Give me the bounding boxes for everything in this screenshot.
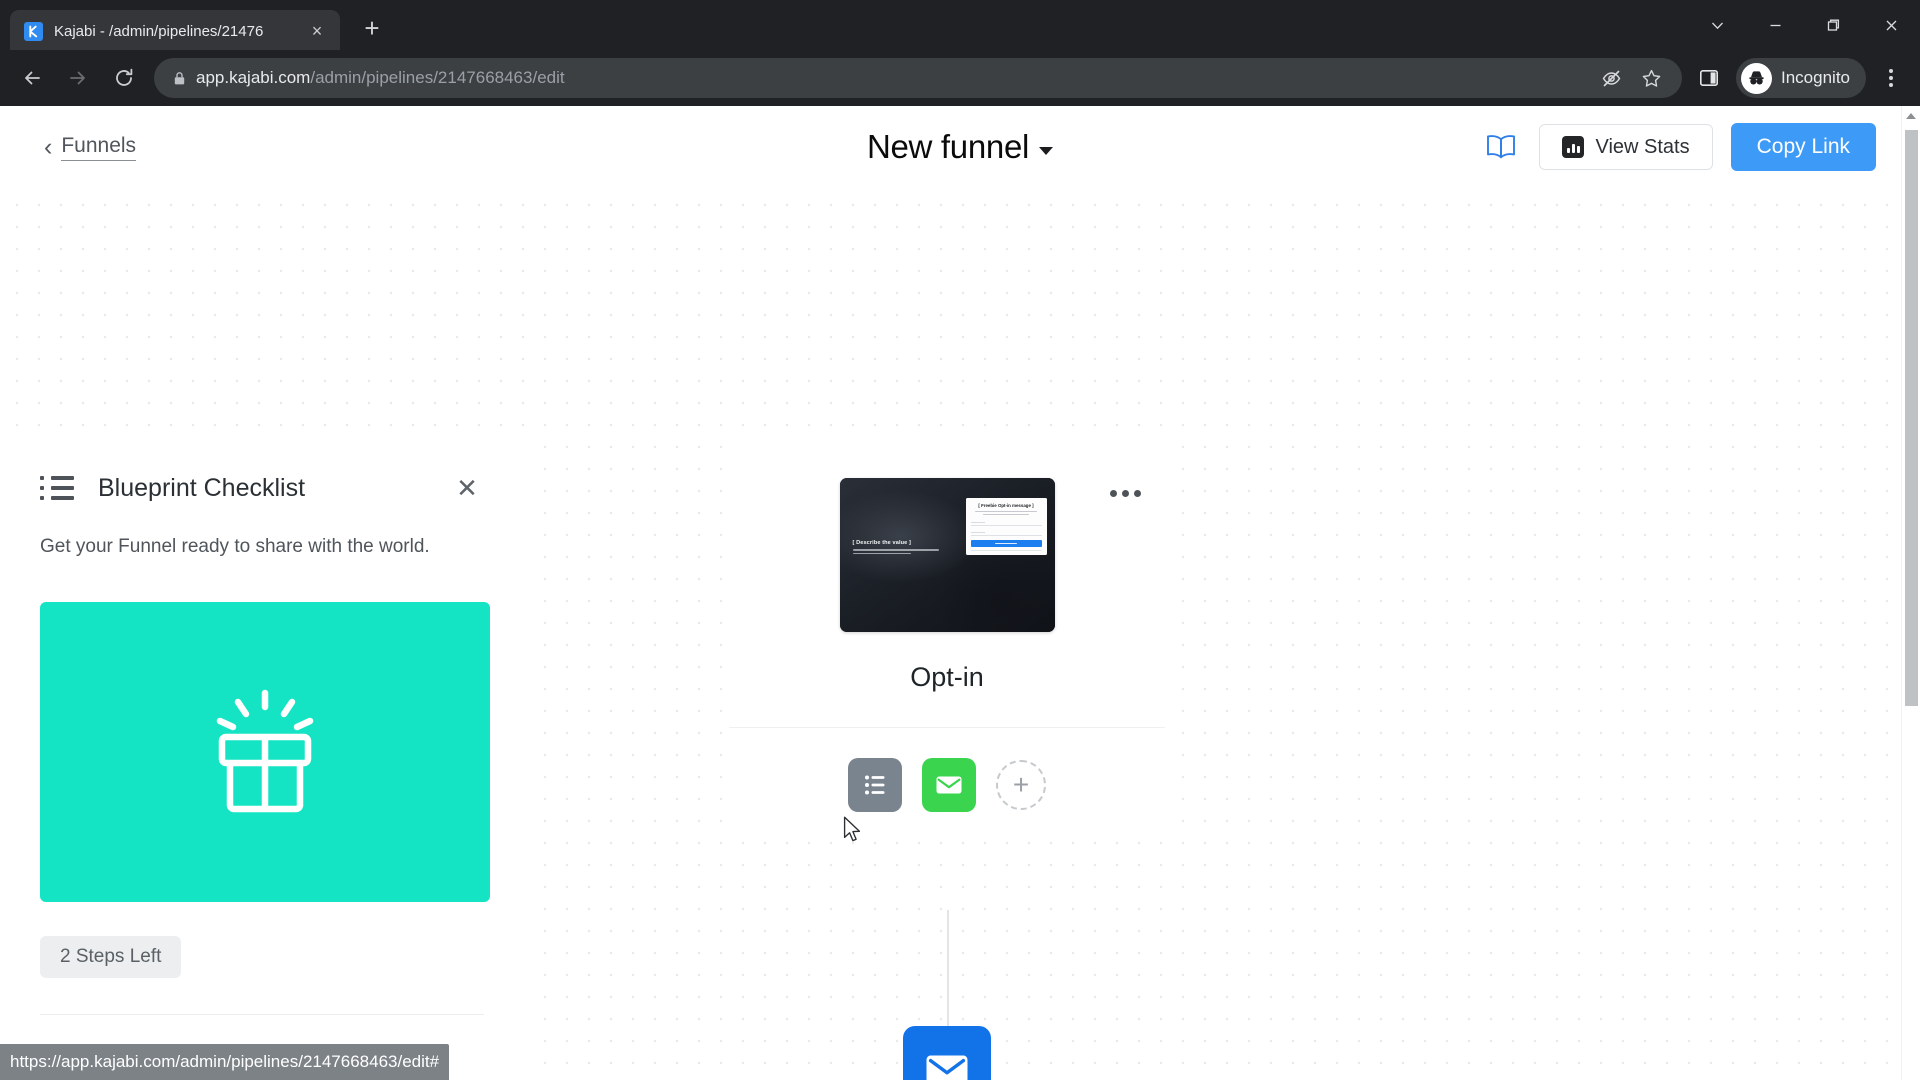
maximize-icon[interactable] <box>1804 0 1862 50</box>
bar <box>1576 146 1580 153</box>
add-step-button[interactable]: + <box>996 759 1046 810</box>
envelope-icon <box>926 1055 968 1080</box>
menu-dot <box>1889 83 1893 87</box>
chevron-down-icon[interactable] <box>1688 0 1746 50</box>
menu-dot <box>1889 69 1893 73</box>
node-menu-icon[interactable] <box>1110 490 1141 497</box>
reload-button-icon[interactable] <box>102 56 146 100</box>
checklist-icon <box>40 476 74 500</box>
menu-dot <box>1122 490 1129 497</box>
panel-title: Blueprint Checklist <box>98 473 306 502</box>
eye-slash-icon[interactable] <box>1594 61 1628 95</box>
vertical-scrollbar[interactable] <box>1901 106 1920 1080</box>
node-body: [ Describe the value ] [ Freebie Opt-in … <box>729 446 1165 727</box>
email-sequence-icon[interactable] <box>903 1026 991 1080</box>
side-panel-icon[interactable] <box>1692 61 1726 95</box>
browser-toolbar: app.kajabi.com/admin/pipelines/214766846… <box>0 50 1920 106</box>
panel-divider <box>40 1014 484 1015</box>
copy-link-button[interactable]: Copy Link <box>1730 123 1876 171</box>
close-window-icon[interactable] <box>1862 0 1920 50</box>
steps-left-badge: 2 Steps Left <box>40 936 182 978</box>
lock-icon <box>168 71 190 86</box>
funnel-canvas[interactable]: [ Describe the value ] [ Freebie Opt-in … <box>0 188 1920 1080</box>
email-action-button[interactable] <box>922 757 976 812</box>
kajabi-logo-icon <box>24 21 43 41</box>
address-bar-url: app.kajabi.com/admin/pipelines/214766846… <box>196 68 565 88</box>
open-book-icon[interactable] <box>1481 127 1521 167</box>
thumbnail-form-heading: [ Freebie Opt-in message ] <box>978 503 1034 508</box>
address-bar-actions <box>1594 61 1668 95</box>
scroll-up-arrow-icon[interactable] <box>1902 106 1920 125</box>
url-path: /admin/pipelines/2147668463/edit <box>310 68 565 87</box>
back-link-label: Funnels <box>61 134 137 161</box>
browser-window: Kajabi - /admin/pipelines/21476 × + app.… <box>0 0 1920 1080</box>
panel-header: Blueprint Checklist ✕ <box>40 444 484 532</box>
tab-strip: Kajabi - /admin/pipelines/21476 × + <box>0 0 1920 52</box>
new-tab-button[interactable]: + <box>352 8 392 48</box>
thumbnail-optin-form: [ Freebie Opt-in message ] <box>965 498 1047 555</box>
opt-in-page-thumbnail[interactable]: [ Describe the value ] [ Freebie Opt-in … <box>839 478 1055 632</box>
bar-chart-icon <box>1562 136 1585 158</box>
close-icon[interactable]: ✕ <box>450 471 484 505</box>
thumbnail-headline-block: [ Describe the value ] <box>852 540 947 556</box>
toolbar-right: Incognito <box>1692 58 1910 98</box>
forward-button-icon <box>56 56 100 100</box>
address-bar[interactable]: app.kajabi.com/admin/pipelines/214766846… <box>154 58 1682 98</box>
thumbnail-body-lines <box>852 549 947 555</box>
back-to-funnels-link[interactable]: ‹ Funnels <box>44 132 137 161</box>
node-title: Opt-in <box>910 662 984 692</box>
window-controls <box>1688 0 1920 50</box>
incognito-profile-chip[interactable]: Incognito <box>1736 58 1866 98</box>
browser-tab[interactable]: Kajabi - /admin/pipelines/21476 × <box>10 10 340 52</box>
page-title-text: New funnel <box>866 128 1030 165</box>
three-dot-menu-icon[interactable] <box>1872 58 1910 98</box>
thumbnail-form-field <box>970 520 1042 527</box>
funnel-node-email-sequence[interactable]: New funnel Email Sequence 1 Email <box>729 1026 1165 1080</box>
star-icon[interactable] <box>1634 61 1668 95</box>
thumbnail-form-submit <box>970 540 1042 548</box>
bar <box>1571 144 1575 153</box>
menu-dot <box>1889 76 1893 80</box>
thumbnail-form-field <box>970 530 1042 537</box>
header-actions: View Stats Copy Link <box>1481 123 1876 171</box>
node-action-bar: + <box>729 727 1165 841</box>
menu-dot <box>1110 490 1117 497</box>
chevron-left-icon: ‹ <box>44 132 53 161</box>
bar <box>1566 148 1570 153</box>
view-stats-button[interactable]: View Stats <box>1539 124 1713 170</box>
page-viewport: ‹ Funnels New funnel View Stats Copy Lin… <box>0 106 1920 1080</box>
thumbnail-headline: [ Describe the value ] <box>852 540 911 546</box>
minimize-icon[interactable] <box>1746 0 1804 50</box>
blueprint-checklist-panel: Blueprint Checklist ✕ Get your Funnel re… <box>0 444 524 1080</box>
chevron-down-icon[interactable] <box>1039 147 1054 155</box>
gift-box-icon <box>216 689 314 812</box>
view-stats-label: View Stats <box>1595 135 1690 158</box>
close-icon[interactable]: × <box>304 18 330 44</box>
incognito-label: Incognito <box>1781 68 1850 87</box>
status-bar-url: https://app.kajabi.com/admin/pipelines/2… <box>0 1044 450 1080</box>
node-connector-line <box>947 910 949 1034</box>
list-form-icon <box>865 775 885 794</box>
tab-title: Kajabi - /admin/pipelines/21476 <box>54 22 264 40</box>
back-button-icon[interactable] <box>10 56 54 100</box>
envelope-icon <box>936 776 962 793</box>
form-settings-button[interactable] <box>848 757 902 812</box>
app-header: ‹ Funnels New funnel View Stats Copy Lin… <box>0 106 1920 188</box>
checklist-hero-card <box>40 602 490 902</box>
url-host: app.kajabi.com <box>196 68 311 87</box>
thumbnail-form-note <box>970 550 1042 551</box>
menu-dot <box>1134 490 1141 497</box>
incognito-avatar-icon <box>1741 62 1772 94</box>
scrollbar-thumb[interactable] <box>1905 130 1918 706</box>
panel-subtitle: Get your Funnel ready to share with the … <box>40 536 430 557</box>
mouse-cursor <box>843 816 863 849</box>
thumbnail-form-subtext <box>974 511 1039 516</box>
funnel-node-opt-in[interactable]: [ Describe the value ] [ Freebie Opt-in … <box>729 446 1165 841</box>
